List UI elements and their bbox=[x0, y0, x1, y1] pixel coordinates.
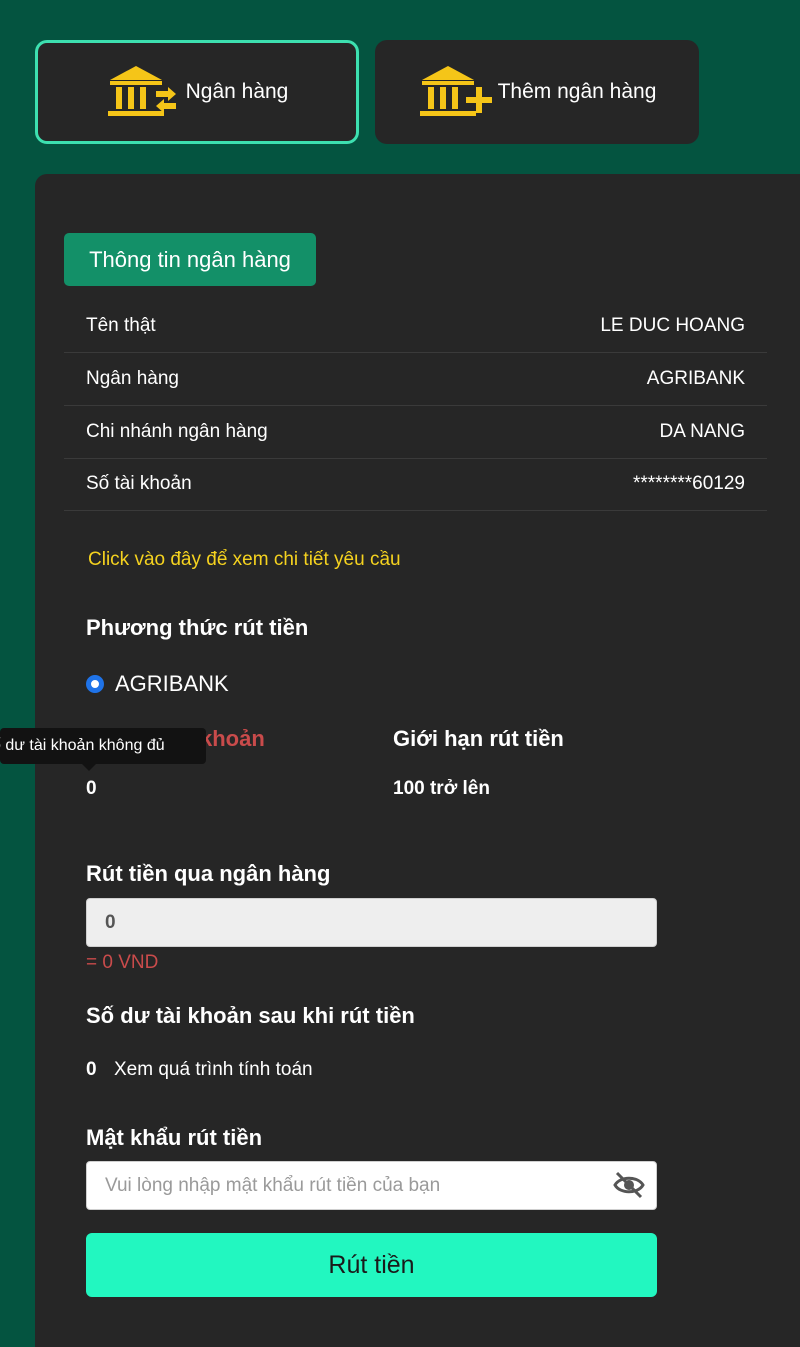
balance-after-value: 0 bbox=[86, 1059, 97, 1080]
tab-bank-label: Ngân hàng bbox=[185, 80, 289, 103]
tooltip-text: ố dư tài khoản không đủ bbox=[0, 737, 165, 754]
request-details-link[interactable]: Click vào đây để xem chi tiết yêu cầu bbox=[88, 549, 401, 571]
info-row-bank: Ngân hàng AGRIBANK bbox=[64, 353, 767, 406]
info-value: AGRIBANK bbox=[646, 368, 745, 389]
insufficient-balance-tooltip: ố dư tài khoản không đủ bbox=[0, 728, 206, 764]
info-label: Số tài khoản bbox=[86, 473, 192, 494]
bank-transfer-icon bbox=[107, 66, 176, 116]
tab-bank[interactable]: Ngân hàng bbox=[35, 40, 359, 144]
info-row-branch: Chi nhánh ngân hàng DA NANG bbox=[64, 406, 767, 459]
withdraw-password-title: Mật khẩu rút tiền bbox=[86, 1125, 263, 1150]
converted-amount: = 0 VND bbox=[86, 952, 159, 973]
eye-slash-icon[interactable] bbox=[612, 1170, 646, 1200]
withdraw-password-input[interactable] bbox=[86, 1161, 657, 1210]
withdraw-method-radio[interactable] bbox=[86, 675, 104, 693]
bank-add-icon bbox=[419, 66, 492, 116]
balance-after-title: Số dư tài khoản sau khi rút tiền bbox=[86, 1003, 415, 1028]
withdraw-method-option-label: AGRIBANK bbox=[115, 671, 229, 696]
balance-value: 0 bbox=[86, 778, 97, 799]
withdraw-submit-button[interactable]: Rút tiền bbox=[86, 1233, 657, 1297]
info-value: ********60129 bbox=[633, 473, 745, 494]
withdraw-limit-value: 100 trở lên bbox=[393, 778, 490, 799]
info-row-real-name: Tên thật LE DUC HOANG bbox=[64, 300, 767, 353]
bank-info-title: Thông tin ngân hàng bbox=[64, 233, 316, 286]
tooltip-arrow bbox=[82, 764, 96, 771]
withdraw-bank-title: Rút tiền qua ngân hàng bbox=[86, 861, 331, 886]
info-value: LE DUC HOANG bbox=[600, 315, 745, 336]
info-label: Chi nhánh ngân hàng bbox=[86, 421, 268, 442]
withdraw-method-title: Phương thức rút tiền bbox=[86, 615, 309, 640]
info-label: Tên thật bbox=[86, 315, 156, 336]
balance-label: khoản bbox=[200, 726, 265, 751]
tab-add-bank-label: Thêm ngân hàng bbox=[497, 80, 657, 103]
view-calculation-link[interactable]: Xem quá trình tính toán bbox=[114, 1059, 313, 1081]
info-row-account-number: Số tài khoản ********60129 bbox=[64, 458, 767, 511]
info-label: Ngân hàng bbox=[86, 368, 179, 389]
withdraw-limit-label: Giới hạn rút tiền bbox=[393, 726, 564, 751]
withdraw-method-option[interactable]: AGRIBANK bbox=[86, 671, 229, 697]
tab-add-bank[interactable]: Thêm ngân hàng bbox=[375, 40, 699, 144]
info-value: DA NANG bbox=[659, 421, 745, 442]
withdraw-amount-input[interactable] bbox=[86, 898, 657, 947]
